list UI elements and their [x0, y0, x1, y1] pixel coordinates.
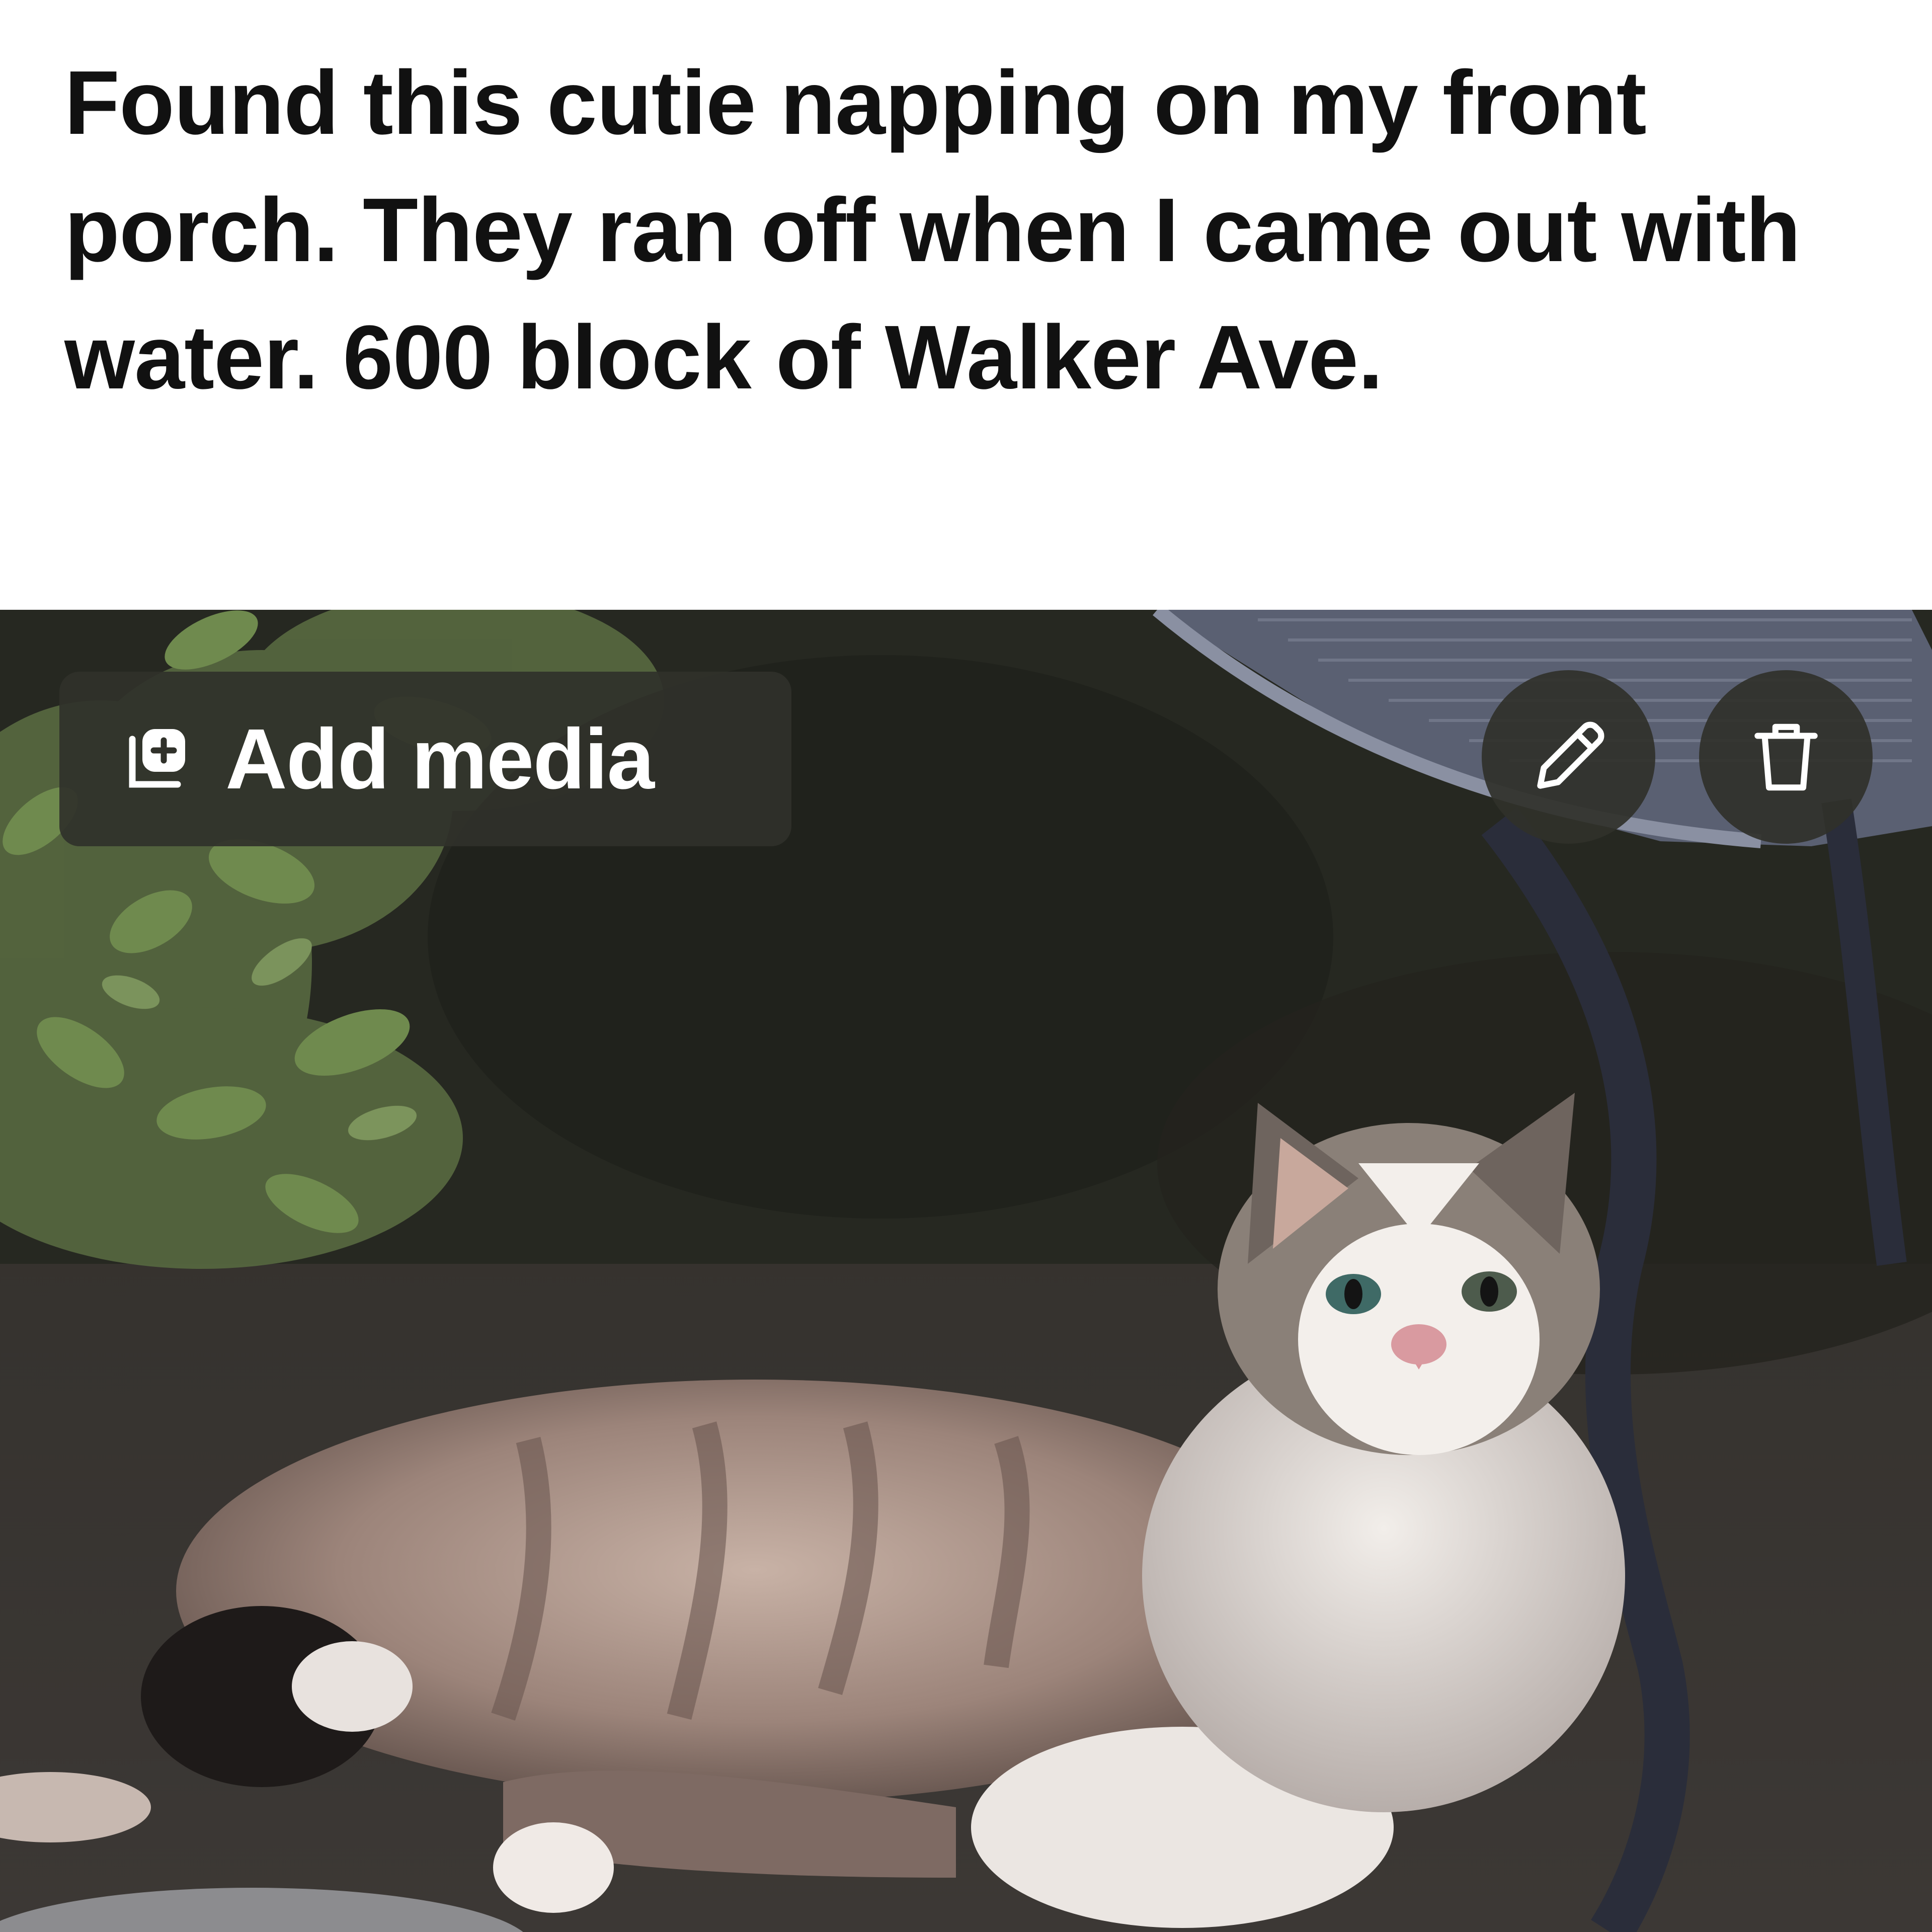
trash-icon	[1754, 723, 1818, 790]
delete-button[interactable]	[1699, 670, 1873, 844]
post-text: Found this cutie napping on my front por…	[64, 52, 1801, 408]
pencil-icon	[1537, 721, 1604, 789]
add-media-icon	[129, 729, 185, 787]
add-media-label: Add media	[225, 711, 655, 807]
edit-button[interactable]	[1482, 670, 1655, 844]
add-media-button[interactable]: Add media	[59, 672, 791, 846]
